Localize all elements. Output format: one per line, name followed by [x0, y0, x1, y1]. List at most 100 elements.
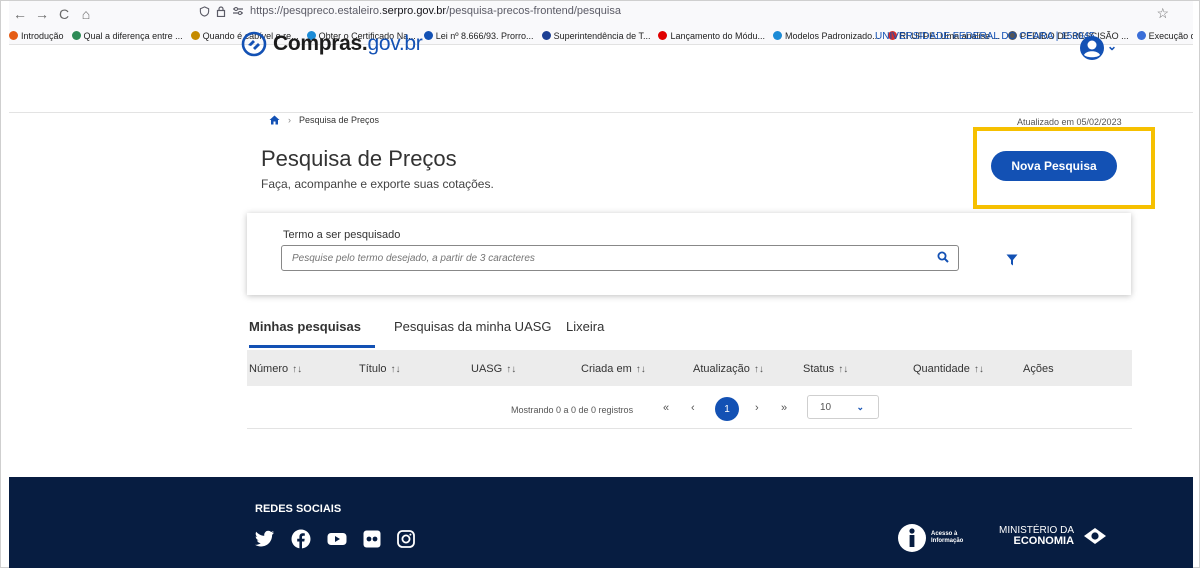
info-icon: [898, 524, 926, 552]
reload-button[interactable]: C: [53, 6, 75, 22]
sort-icon: ↑↓: [506, 364, 517, 375]
acesso-text: Acesso à Informação: [931, 531, 964, 544]
permissions-icon: [233, 7, 243, 15]
prev-page-button[interactable]: ‹: [691, 402, 695, 414]
twitter-icon[interactable]: [255, 530, 275, 548]
search-card: Termo a ser pesquisado: [247, 213, 1131, 295]
organization-link[interactable]: UNIVERSIDADE FEDERAL DO CEARA | 153045: [875, 31, 1095, 42]
back-button[interactable]: ←: [9, 6, 31, 22]
bookmark-item[interactable]: Qual a diferença entre ...: [71, 30, 183, 41]
acesso-informacao-link[interactable]: Acesso à Informação: [897, 523, 963, 553]
site-header: [9, 45, 1193, 113]
column-header-quantidade[interactable]: Quantidade ↑↓: [913, 363, 984, 375]
active-tab-indicator: [249, 345, 375, 348]
chevron-down-icon: ⌄: [856, 402, 864, 412]
forward-button[interactable]: →: [31, 6, 53, 22]
site-footer: REDES SOCIAIS Acesso à Informação MINISTÉ…: [9, 477, 1193, 568]
current-page-button[interactable]: 1: [715, 397, 739, 421]
bookmark-item[interactable]: Superintendência de T...: [541, 30, 651, 41]
search-icon[interactable]: [937, 251, 949, 263]
lock-icon: [216, 5, 226, 17]
sort-icon: ↑↓: [838, 364, 849, 375]
bookmark-item[interactable]: Modelos Padronizado...: [773, 31, 880, 41]
chevron-right-icon: ›: [288, 115, 291, 125]
page-subtitle: Faça, acompanhe e exporte suas cotações.: [261, 177, 494, 191]
sort-icon: ↑↓: [973, 364, 984, 375]
user-avatar-icon[interactable]: [1079, 35, 1105, 61]
logo-main: Compras.: [273, 32, 368, 55]
bookmark-label: Lei nº 8.666/93. Prorro...: [435, 30, 534, 41]
ministerio-text: MINISTÉRIO DA ECONOMIA: [999, 525, 1075, 547]
bookmark-item[interactable]: Lei nº 8.666/93. Prorro...: [423, 30, 534, 41]
social-title: REDES SOCIAIS: [255, 503, 342, 515]
facebook-icon[interactable]: [291, 529, 311, 549]
per-page-select[interactable]: 10 ⌄: [807, 395, 879, 419]
per-page-value: 10: [820, 401, 832, 413]
bookmark-label: Execução do contrato: [1148, 30, 1193, 41]
address-bar[interactable]: https://pesqpreco.estaleiro.serpro.gov.b…: [199, 5, 621, 17]
filter-icon[interactable]: [1006, 254, 1018, 266]
pagination-bar: Mostrando 0 a 0 de 0 registros « ‹ 1 › »…: [247, 387, 1132, 429]
social-links: [255, 529, 415, 549]
bookmark-item[interactable]: Execução do contrato: [1136, 30, 1193, 41]
search-label: Termo a ser pesquisado: [283, 229, 401, 241]
first-page-button[interactable]: «: [663, 402, 669, 414]
table-header: Número ↑↓ Título ↑↓ UASG ↑↓ Criada em ↑↓ Atu…: [247, 350, 1132, 386]
bookmark-favicon-icon: [1136, 31, 1146, 40]
bookmark-label: Qual a diferença entre ...: [83, 30, 183, 41]
tab-lixeira[interactable]: Lixeira: [566, 319, 616, 349]
bookmark-favicon-icon: [773, 31, 783, 40]
bookmark-favicon-icon: [541, 31, 551, 40]
bookmark-label: Superintendência de T...: [553, 30, 651, 41]
search-input[interactable]: [281, 245, 959, 271]
bookmark-item[interactable]: Lançamento do Módu...: [658, 31, 765, 41]
records-count: Mostrando 0 a 0 de 0 registros: [511, 405, 634, 415]
page-title: Pesquisa de Preços: [261, 146, 457, 171]
bookmark-favicon-icon: [71, 31, 81, 40]
bookmark-favicon-icon: [9, 31, 18, 40]
bookmark-favicon-icon: [658, 31, 668, 40]
compras-logo-icon: [241, 31, 267, 57]
bookmark-favicon-icon: [190, 31, 200, 40]
url-host: serpro.gov.br: [382, 5, 447, 17]
column-header-titulo[interactable]: Título ↑↓: [359, 363, 401, 375]
ministerio-logo[interactable]: MINISTÉRIO DA ECONOMIA: [999, 525, 1109, 547]
bookmark-label: Introdução: [21, 30, 64, 41]
bookmark-label: Modelos Padronizado...: [785, 30, 880, 41]
column-header-uasg[interactable]: UASG ↑↓: [471, 363, 516, 375]
last-page-button[interactable]: »: [781, 402, 787, 414]
sort-icon: ↑↓: [635, 364, 646, 375]
bookmark-star-icon[interactable]: ☆: [1156, 5, 1169, 22]
instagram-icon[interactable]: [397, 530, 415, 548]
sort-icon: ↑↓: [753, 364, 764, 375]
bookmark-favicon-icon: [423, 31, 433, 40]
column-header-numero[interactable]: Número ↑↓: [249, 363, 302, 375]
url-prefix: https://pesqpreco.estaleiro.: [250, 5, 383, 17]
sort-icon: ↑↓: [390, 364, 401, 375]
youtube-icon[interactable]: [327, 531, 347, 547]
column-header-acoes: Ações: [1023, 363, 1054, 375]
column-header-atualizacao[interactable]: Atualização ↑↓: [693, 363, 764, 375]
breadcrumb-current: Pesquisa de Preços: [299, 115, 380, 125]
logo-gov: gov.br: [367, 32, 423, 55]
new-search-button[interactable]: Nova Pesquisa: [991, 151, 1117, 181]
breadcrumb: › Pesquisa de Preços: [269, 115, 379, 125]
column-header-status[interactable]: Status ↑↓: [803, 363, 848, 375]
shield-icon: [199, 5, 210, 17]
tab-pesquisas-uasg[interactable]: Pesquisas da minha UASG: [394, 319, 566, 349]
sort-icon: ↑↓: [292, 364, 303, 375]
home-icon[interactable]: [269, 115, 280, 125]
url-path: /pesquisa-precos-frontend/pesquisa: [446, 5, 621, 17]
updated-date: Atualizado em 05/02/2023: [1017, 117, 1122, 127]
home-button[interactable]: ⌂: [75, 6, 97, 22]
browser-window: ← → C ⌂ https://pesqpreco.estaleiro.serp…: [0, 0, 1200, 568]
chevron-down-icon[interactable]: ⌄: [1107, 39, 1117, 53]
logo-text: Compras.gov.br: [273, 32, 423, 56]
flickr-icon[interactable]: [363, 530, 381, 548]
bookmark-label: Lançamento do Módu...: [670, 30, 766, 41]
compras-logo[interactable]: Compras.gov.br: [241, 31, 423, 57]
brazil-flag-icon: [1082, 527, 1109, 545]
next-page-button[interactable]: ›: [755, 402, 759, 414]
bookmark-item[interactable]: Introdução: [9, 31, 64, 41]
column-header-criada-em[interactable]: Criada em ↑↓: [581, 363, 646, 375]
